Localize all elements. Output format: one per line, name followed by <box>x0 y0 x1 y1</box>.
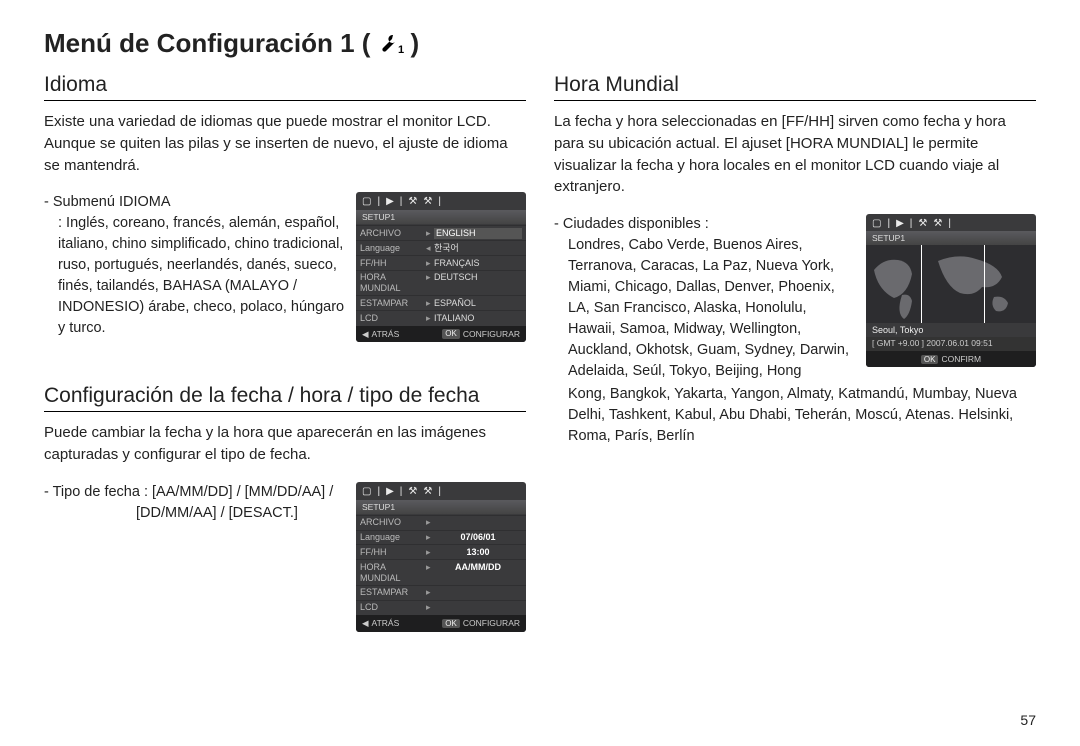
fecha-subblock: - Tipo de fecha : [AA/MM/DD] / [MM/DD/AA… <box>44 482 526 632</box>
rule <box>44 411 526 412</box>
hora-cities-block: Londres, Cabo Verde, Buenos Aires, Terra… <box>554 235 856 382</box>
lcd-header: SETUP1 <box>356 500 526 514</box>
page-title-prefix: Menú de Configuración 1 ( <box>44 28 370 59</box>
fecha-title: Configuración de la fecha / hora / tipo … <box>44 384 526 408</box>
fecha-sub-heading: - Tipo de fecha : [AA/MM/DD] / [MM/DD/AA… <box>44 482 346 503</box>
lcd-fecha: ▢| ▶| ⚒ ⚒| SETUP1 ARCHIVO▸ Language▸07/0… <box>356 482 526 632</box>
lcd-header: SETUP1 <box>356 210 526 224</box>
hora-sub-heading: - Ciudades disponibles : <box>554 214 856 235</box>
svg-text:1: 1 <box>398 44 404 56</box>
lcd-tabs: ▢| ▶| ⚒ ⚒| <box>356 482 526 500</box>
hora-subtext: - Ciudades disponibles : Londres, Cabo V… <box>554 214 856 382</box>
left-column: Idioma Existe una variedad de idiomas qu… <box>44 69 526 706</box>
wrench-icon: ⚒ <box>918 218 927 229</box>
rule <box>44 100 526 101</box>
play-icon: ▶ <box>896 218 904 229</box>
camera-icon: ▢ <box>362 486 371 498</box>
idioma-intro: Existe una variedad de idiomas que puede… <box>44 111 526 176</box>
hora-cities-cont: Kong, Bangkok, Yakarta, Yangon, Almaty, … <box>554 384 1036 447</box>
wrench2-icon: ⚒ <box>423 196 432 208</box>
page-title-suffix: ) <box>410 28 419 59</box>
page-number: 57 <box>44 712 1036 728</box>
back-icon: ◀ <box>362 618 369 628</box>
lcd-footer: ◀ATRÁS OKCONFIGURAR <box>356 326 526 342</box>
lcd-tabs: ▢| ▶| ⚒ ⚒| <box>356 192 526 210</box>
lcd-tabs: ▢| ▶| ⚒ ⚒| <box>866 214 1036 231</box>
lcd-idioma: ▢| ▶| ⚒ ⚒| SETUP1 ARCHIVO▸ENGLISH Langua… <box>356 192 526 342</box>
hora-title: Hora Mundial <box>554 73 1036 97</box>
play-icon: ▶ <box>386 486 394 498</box>
manual-page: Menú de Configuración 1 ( 1 ) Idioma Exi… <box>0 0 1080 746</box>
play-icon: ▶ <box>386 196 394 208</box>
camera-icon: ▢ <box>872 218 881 229</box>
right-column: Hora Mundial La fecha y hora seleccionad… <box>554 69 1036 706</box>
idioma-sub-body: : Inglés, coreano, francés, alemán, espa… <box>44 213 346 339</box>
page-title: Menú de Configuración 1 ( 1 ) <box>44 28 1036 59</box>
wrench2-icon: ⚒ <box>933 218 942 229</box>
camera-icon: ▢ <box>362 196 371 208</box>
hora-intro: La fecha y hora seleccionadas en [FF/HH]… <box>554 111 1036 198</box>
fecha-subtext: - Tipo de fecha : [AA/MM/DD] / [MM/DD/AA… <box>44 482 346 524</box>
idioma-subtext: - Submenú IDIOMA : Inglés, coreano, fran… <box>44 192 346 339</box>
lcd-world-time: ▢| ▶| ⚒ ⚒| SETUP1 <box>866 214 1036 367</box>
lcd-gmt: [ GMT +9.00 ] 2007.06.01 09:51 <box>866 337 1036 351</box>
lcd-rows: ARCHIVO▸ENGLISH Language◂한국어 FF/HH▸FRANÇ… <box>356 224 526 326</box>
wrench-1-icon: 1 <box>376 32 404 56</box>
content-columns: Idioma Existe una variedad de idiomas qu… <box>44 69 1036 706</box>
hora-subblock: - Ciudades disponibles : Londres, Cabo V… <box>554 214 1036 382</box>
idioma-subblock: - Submenú IDIOMA : Inglés, coreano, fran… <box>44 192 526 342</box>
rule <box>554 100 1036 101</box>
wrench-icon: ⚒ <box>408 196 417 208</box>
lcd-rows: ARCHIVO▸ Language▸07/06/01 FF/HH▸13:00 H… <box>356 514 526 616</box>
lcd-city: Seoul, Tokyo <box>866 323 1036 337</box>
wrench-icon: ⚒ <box>408 486 417 498</box>
lcd-footer: OKCONFIRM <box>866 351 1036 367</box>
world-map-icon <box>866 245 1036 323</box>
wrench2-icon: ⚒ <box>423 486 432 498</box>
idioma-sub-heading: - Submenú IDIOMA <box>44 192 346 213</box>
lcd-header: SETUP1 <box>866 231 1036 245</box>
lcd-footer: ◀ATRÁS OKCONFIGURAR <box>356 615 526 631</box>
fecha-intro: Puede cambiar la fecha y la hora que apa… <box>44 422 526 466</box>
idioma-title: Idioma <box>44 73 526 97</box>
fecha-sub-body: [DD/MM/AA] / [DESACT.] <box>44 503 346 524</box>
back-icon: ◀ <box>362 329 369 339</box>
